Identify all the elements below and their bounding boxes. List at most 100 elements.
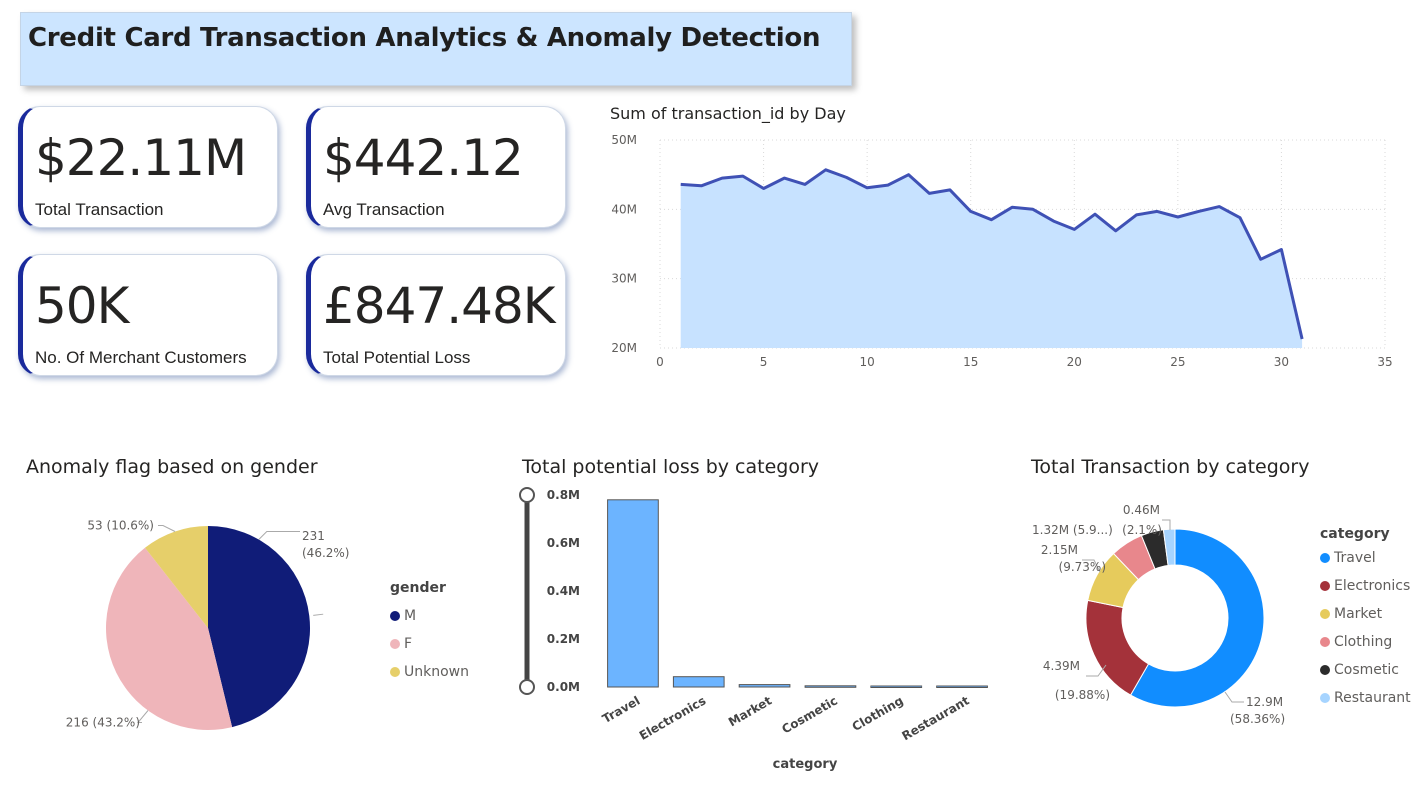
x-tick-label: 10 (860, 355, 875, 369)
data-point[interactable] (761, 186, 766, 191)
data-point[interactable] (1093, 212, 1098, 217)
kpi-value: £847.48K (323, 277, 556, 335)
data-point[interactable] (948, 187, 953, 192)
category-legend: category Travel Electronics Market Cloth… (1320, 526, 1411, 712)
data-point[interactable] (927, 191, 932, 196)
data-point[interactable] (782, 176, 787, 181)
leader-line (1224, 691, 1244, 703)
data-point[interactable] (678, 182, 683, 187)
legend-item-cosmetic[interactable]: Cosmetic (1320, 656, 1411, 684)
legend-item-restaurant[interactable]: Restaurant (1320, 684, 1411, 712)
data-point[interactable] (1134, 212, 1139, 217)
legend-item-m[interactable]: M (390, 602, 469, 630)
data-point[interactable] (968, 209, 973, 214)
y-tick-label: 0.0M (547, 680, 580, 694)
data-point[interactable] (906, 172, 911, 177)
data-label: (46.2%) (302, 546, 349, 560)
range-slider-handle-top[interactable] (519, 487, 535, 503)
data-point[interactable] (1010, 205, 1015, 210)
gender-pie-chart[interactable]: 231 (46.2%) 216 (43.2%) 53 (10.6%) (0, 490, 380, 760)
x-tick-label: 15 (963, 355, 978, 369)
data-point[interactable] (1258, 257, 1263, 262)
kpi-label: Total Transaction (35, 200, 164, 219)
x-tick-label: 30 (1274, 355, 1289, 369)
kpi-label: No. Of Merchant Customers (35, 348, 247, 367)
legend-dot (1320, 693, 1330, 703)
data-point[interactable] (803, 182, 808, 187)
data-point[interactable] (1175, 214, 1180, 219)
data-point[interactable] (1196, 209, 1201, 214)
data-point[interactable] (1113, 228, 1118, 233)
data-point[interactable] (699, 183, 704, 188)
kpi-value: 50K (35, 277, 129, 335)
data-label: (2.1%) (1122, 523, 1162, 537)
legend-item-market[interactable]: Market (1320, 600, 1411, 628)
area-fill (680, 169, 1303, 348)
data-point[interactable] (989, 217, 994, 222)
line-chart[interactable]: 0 5 10 15 20 25 30 35 20M 30M 40M 50M (600, 126, 1410, 376)
donut-slice-electronics[interactable] (1085, 599, 1150, 696)
bar-electronics[interactable] (672, 676, 725, 688)
data-point[interactable] (885, 183, 890, 188)
kpi-card-total-transaction[interactable]: $22.11M Total Transaction (18, 106, 278, 228)
x-tick-label: Market (726, 693, 774, 729)
legend-dot (1320, 665, 1330, 675)
x-tick-label: 25 (1170, 355, 1185, 369)
kpi-card-potential-loss[interactable]: £847.48K Total Potential Loss (306, 254, 566, 376)
legend-label: M (404, 608, 417, 624)
data-point[interactable] (1279, 247, 1284, 252)
legend-item-clothing[interactable]: Clothing (1320, 628, 1411, 656)
category-donut-chart[interactable]: 12.9M (58.36%) 4.39M (19.88%) 2.15M (9.73%) 1.… (1010, 490, 1310, 760)
x-tick-label: 35 (1377, 355, 1392, 369)
y-tick-label: 30M (611, 272, 637, 286)
data-point[interactable] (1155, 209, 1160, 214)
data-point[interactable] (865, 185, 870, 190)
kpi-label: Total Potential Loss (323, 348, 471, 367)
bar-clothing[interactable] (870, 685, 923, 688)
data-label: 216 (43.2%) (66, 715, 140, 729)
kpi-card-avg-transaction[interactable]: $442.12 Avg Transaction (306, 106, 566, 228)
data-point[interactable] (1217, 204, 1222, 209)
category-chart-title: Total Transaction by category (1031, 456, 1310, 478)
legend-item-travel[interactable]: Travel (1320, 544, 1411, 572)
data-label: 12.9M (1246, 695, 1283, 709)
data-point[interactable] (1238, 215, 1243, 220)
y-tick-label: 0.4M (547, 584, 580, 598)
legend-dot (1320, 553, 1330, 563)
legend-item-f[interactable]: F (390, 630, 469, 658)
loss-chart-title: Total potential loss by category (522, 456, 820, 478)
kpi-label: Avg Transaction (323, 200, 445, 219)
bar-restaurant[interactable] (936, 685, 988, 688)
legend-dot (1320, 637, 1330, 647)
data-point[interactable] (823, 167, 828, 172)
legend-label: Market (1334, 606, 1383, 622)
range-slider-handle-bottom[interactable] (519, 679, 535, 695)
legend-dot (1320, 581, 1330, 591)
legend-item-electronics[interactable]: Electronics (1320, 572, 1411, 600)
y-tick-label: 0.8M (547, 488, 580, 502)
legend-item-unknown[interactable]: Unknown (390, 658, 469, 686)
bar-travel[interactable] (607, 499, 659, 688)
legend-dot (390, 667, 400, 677)
y-tick-label: 0.6M (547, 536, 580, 550)
data-point[interactable] (1072, 227, 1077, 232)
data-label: 1.32M (5.9...) (1032, 523, 1113, 537)
data-point[interactable] (1051, 219, 1056, 224)
legend-dot (390, 611, 400, 621)
loss-bar-chart[interactable]: 0.0M 0.2M 0.4M 0.6M 0.8M TravelElectronics Mar… (505, 482, 1005, 782)
data-point[interactable] (844, 175, 849, 180)
kpi-value: $442.12 (323, 129, 524, 187)
data-point[interactable] (1300, 336, 1305, 341)
x-tick-label: 5 (760, 355, 768, 369)
data-label: 53 (10.6%) (87, 518, 154, 532)
leader-line (313, 613, 324, 616)
kpi-card-merchant-customers[interactable]: 50K No. Of Merchant Customers (18, 254, 278, 376)
legend-label: F (404, 636, 413, 652)
data-point[interactable] (740, 174, 745, 179)
data-point[interactable] (720, 176, 725, 181)
x-tick-label: Travel (600, 693, 642, 726)
bar-market[interactable] (738, 684, 791, 688)
legend-label: Cosmetic (1334, 662, 1399, 678)
data-point[interactable] (1030, 207, 1035, 212)
bar-cosmetic[interactable] (804, 685, 857, 688)
